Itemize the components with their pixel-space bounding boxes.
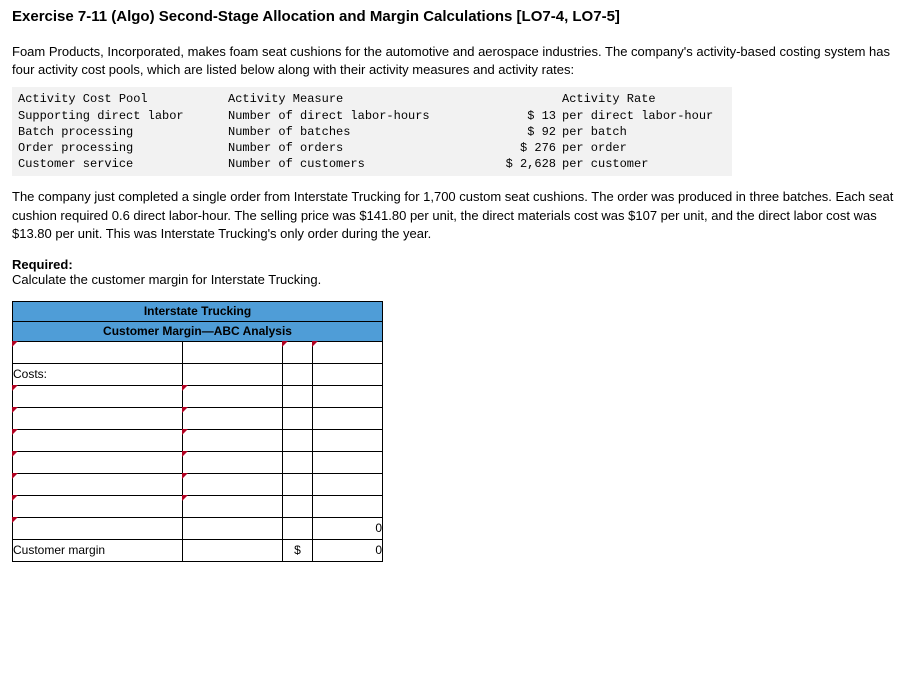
blank-cell (283, 473, 313, 495)
blank-cell (313, 407, 383, 429)
input-cell[interactable] (13, 495, 183, 517)
header-rate-label: Activity Rate (556, 91, 656, 107)
answer-header-2: Customer Margin—ABC Analysis (13, 321, 383, 341)
rate-amount: $ 13 (488, 108, 556, 124)
pool-name: Supporting direct labor (18, 108, 228, 124)
activity-row: Supporting direct labor Number of direct… (18, 108, 726, 124)
rate-amount: $ 276 (488, 140, 556, 156)
header-pool: Activity Cost Pool (18, 91, 228, 107)
pool-name: Batch processing (18, 124, 228, 140)
blank-cell (183, 517, 283, 539)
blank-cell (283, 517, 313, 539)
answer-header-1: Interstate Trucking (13, 301, 383, 321)
blank-cell (283, 385, 313, 407)
blank-cell (183, 341, 283, 363)
required-label: Required: (12, 257, 73, 272)
input-cell[interactable] (183, 385, 283, 407)
blank-cell (313, 363, 383, 385)
rate-amount: $ 92 (488, 124, 556, 140)
rate-amount: $ 2,628 (488, 156, 556, 172)
input-cell[interactable] (183, 495, 283, 517)
measure: Number of orders (228, 140, 488, 156)
customer-margin-label: Customer margin (13, 539, 183, 561)
activity-row: Batch processing Number of batches $ 92 … (18, 124, 726, 140)
blank-cell (313, 495, 383, 517)
input-cell[interactable] (283, 341, 313, 363)
input-cell[interactable] (183, 473, 283, 495)
rate-unit: per batch (556, 124, 627, 140)
blank-cell (313, 451, 383, 473)
answer-table: Interstate Trucking Customer Margin—ABC … (12, 301, 383, 562)
rate-unit: per customer (556, 156, 648, 172)
input-cell[interactable] (183, 451, 283, 473)
input-cell[interactable] (13, 451, 183, 473)
page-title: Exercise 7-11 (Algo) Second-Stage Alloca… (12, 8, 901, 25)
costs-label: Costs: (13, 363, 183, 385)
measure: Number of direct labor-hours (228, 108, 488, 124)
blank-cell (313, 473, 383, 495)
required-block: Required: Calculate the customer margin … (12, 257, 901, 287)
measure: Number of customers (228, 156, 488, 172)
blank-cell (283, 429, 313, 451)
input-cell[interactable] (13, 473, 183, 495)
input-cell[interactable] (183, 407, 283, 429)
blank-cell (283, 495, 313, 517)
input-cell[interactable] (313, 341, 383, 363)
required-text: Calculate the customer margin for Inters… (12, 272, 321, 287)
measure: Number of batches (228, 124, 488, 140)
customer-margin-value: 0 (313, 539, 383, 561)
subtotal-cell: 0 (313, 517, 383, 539)
blank-cell (183, 539, 283, 561)
input-cell[interactable] (13, 429, 183, 451)
header-rate (488, 91, 556, 107)
activity-row: Customer service Number of customers $ 2… (18, 156, 726, 172)
blank-cell (183, 363, 283, 385)
blank-cell (283, 407, 313, 429)
pool-name: Customer service (18, 156, 228, 172)
blank-cell (283, 451, 313, 473)
activity-rate-box: Activity Cost Pool Activity Measure Acti… (12, 87, 732, 176)
input-cell[interactable] (13, 517, 183, 539)
scenario-paragraph: The company just completed a single orde… (12, 188, 901, 243)
input-cell[interactable] (13, 385, 183, 407)
activity-header-row: Activity Cost Pool Activity Measure Acti… (18, 91, 726, 107)
blank-cell (283, 363, 313, 385)
currency-symbol: $ (283, 539, 313, 561)
intro-paragraph: Foam Products, Incorporated, makes foam … (12, 43, 901, 79)
rate-unit: per direct labor-hour (556, 108, 713, 124)
input-cell[interactable] (13, 341, 183, 363)
header-measure: Activity Measure (228, 91, 488, 107)
activity-row: Order processing Number of orders $ 276 … (18, 140, 726, 156)
input-cell[interactable] (13, 407, 183, 429)
pool-name: Order processing (18, 140, 228, 156)
blank-cell (313, 429, 383, 451)
input-cell[interactable] (183, 429, 283, 451)
rate-unit: per order (556, 140, 627, 156)
blank-cell (313, 385, 383, 407)
